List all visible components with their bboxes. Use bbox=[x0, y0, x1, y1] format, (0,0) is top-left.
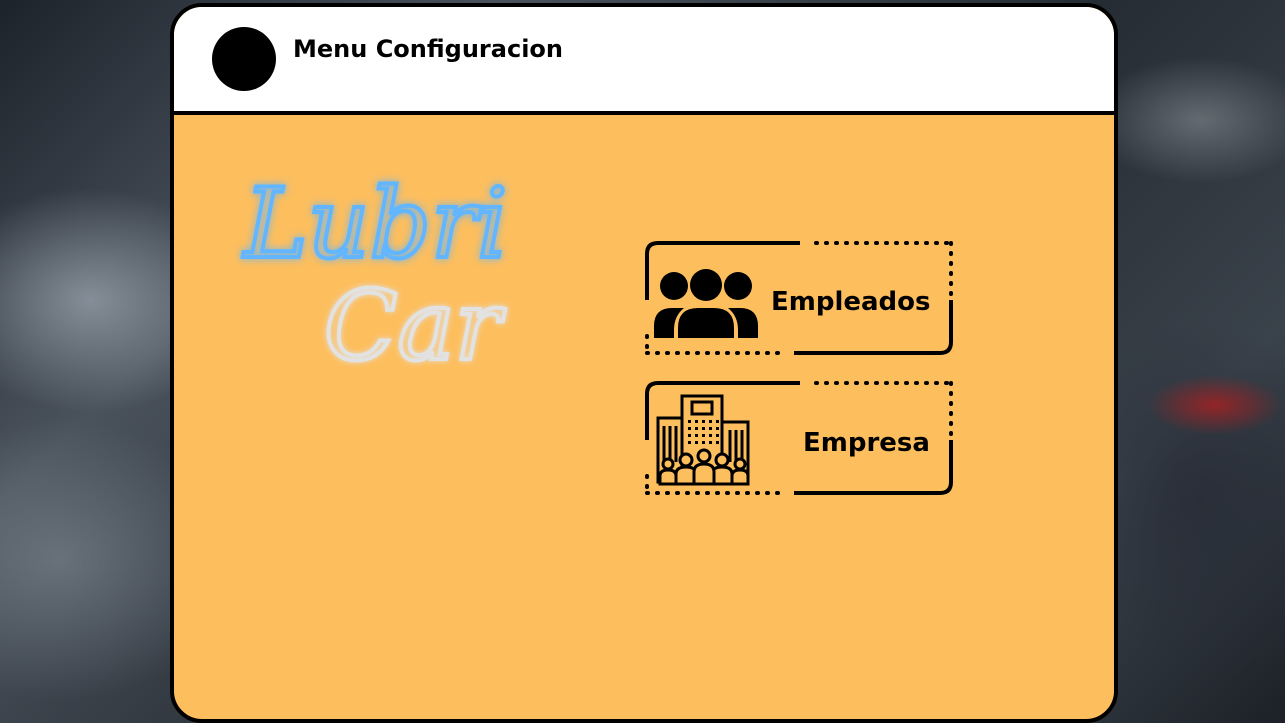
menu-item-empleados[interactable]: Empleados bbox=[644, 240, 954, 356]
menu-item-label: Empresa bbox=[803, 428, 930, 458]
people-group-icon bbox=[654, 267, 758, 338]
logo-line-car: Car bbox=[324, 270, 506, 382]
config-window: Menu Configuracion Lubri Car Empleados E… bbox=[170, 3, 1118, 723]
company-building-icon bbox=[656, 394, 750, 486]
logo-line-lubri: Lubri bbox=[242, 168, 508, 280]
menu-item-label: Empleados bbox=[771, 287, 931, 317]
lubricar-logo: Lubri Car bbox=[240, 166, 510, 384]
window-header: Menu Configuracion bbox=[174, 7, 1114, 115]
page-title: Menu Configuracion bbox=[293, 35, 563, 63]
avatar[interactable] bbox=[212, 27, 276, 91]
menu-item-empresa[interactable]: Empresa bbox=[644, 380, 954, 496]
